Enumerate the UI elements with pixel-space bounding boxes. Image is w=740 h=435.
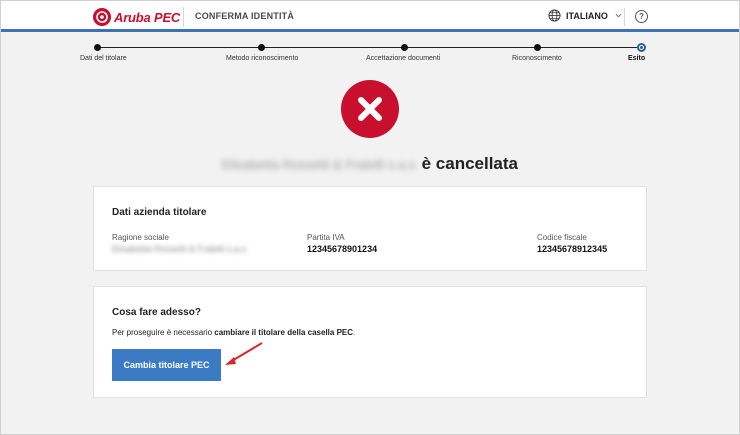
step-label-1: Dati del titolare bbox=[80, 55, 127, 62]
change-owner-button[interactable]: Cambia titolare PEC bbox=[112, 349, 221, 381]
field-label-ragione-sociale: Ragione sociale bbox=[112, 233, 169, 242]
redacted-company-name: Elisabetta Rossetti & Fratelli s.a.s bbox=[221, 157, 416, 173]
text-prefix: Per proseguire è necessario bbox=[112, 328, 215, 337]
step-label-2: Metodo riconoscimento bbox=[226, 55, 299, 62]
progress-stepper: Dati del titolare Metodo riconoscimento … bbox=[0, 42, 740, 66]
field-label-codice-fiscale: Codice fiscale bbox=[537, 233, 587, 242]
globe-icon bbox=[548, 9, 561, 22]
next-steps-text: Per proseguire è necessario cambiare il … bbox=[112, 328, 355, 337]
result-suffix: è cancellata bbox=[421, 154, 519, 173]
stepper-line bbox=[97, 47, 643, 48]
card-title: Cosa fare adesso? bbox=[112, 307, 201, 318]
step-dot-4 bbox=[534, 44, 541, 51]
language-label: ITALIANO bbox=[566, 10, 608, 21]
text-bold: cambiare il titolare della casella PEC bbox=[214, 328, 354, 337]
step-dot-3 bbox=[401, 44, 408, 51]
aruba-pec-logo[interactable]: Aruba PEC bbox=[93, 7, 180, 27]
field-value-codice-fiscale: 12345678912345 bbox=[537, 244, 608, 254]
card-title: Dati azienda titolare bbox=[112, 207, 207, 218]
step-label-5: Esito bbox=[628, 55, 646, 62]
result-headline: Elisabetta Rossetti & Fratelli s.a.s è ca… bbox=[0, 154, 740, 174]
text-suffix: . bbox=[353, 328, 356, 337]
app-header: Aruba PEC CONFERMA IDENTITÀ ITALIANO ? bbox=[1, 1, 739, 32]
field-label-partita-iva: Partita IVA bbox=[307, 233, 345, 242]
company-data-card: Dati azienda titolare Ragione sociale El… bbox=[93, 186, 647, 271]
help-icon[interactable]: ? bbox=[635, 10, 648, 23]
annotation-arrow-icon bbox=[225, 342, 263, 365]
language-selector[interactable]: ITALIANO bbox=[548, 9, 622, 22]
chevron-down-icon bbox=[615, 13, 622, 18]
logo-text: Aruba PEC bbox=[114, 9, 181, 25]
header-divider bbox=[183, 7, 184, 27]
field-value-partita-iva: 12345678901234 bbox=[307, 244, 378, 254]
page-title: CONFERMA IDENTITÀ bbox=[195, 11, 295, 21]
header-divider bbox=[624, 8, 625, 26]
step-label-3: Accettazione documenti bbox=[366, 55, 441, 62]
step-dot-2 bbox=[258, 44, 265, 51]
step-label-4: Riconoscimento bbox=[512, 55, 562, 62]
field-value-ragione-sociale: Elisabetta Rossetti & Fratelli s.a.s bbox=[112, 244, 247, 254]
step-dot-1 bbox=[94, 44, 101, 51]
step-dot-current bbox=[637, 43, 646, 52]
error-x-icon bbox=[341, 80, 399, 138]
next-steps-card: Cosa fare adesso? Per proseguire è neces… bbox=[93, 286, 647, 398]
aruba-logo-icon bbox=[93, 8, 111, 26]
